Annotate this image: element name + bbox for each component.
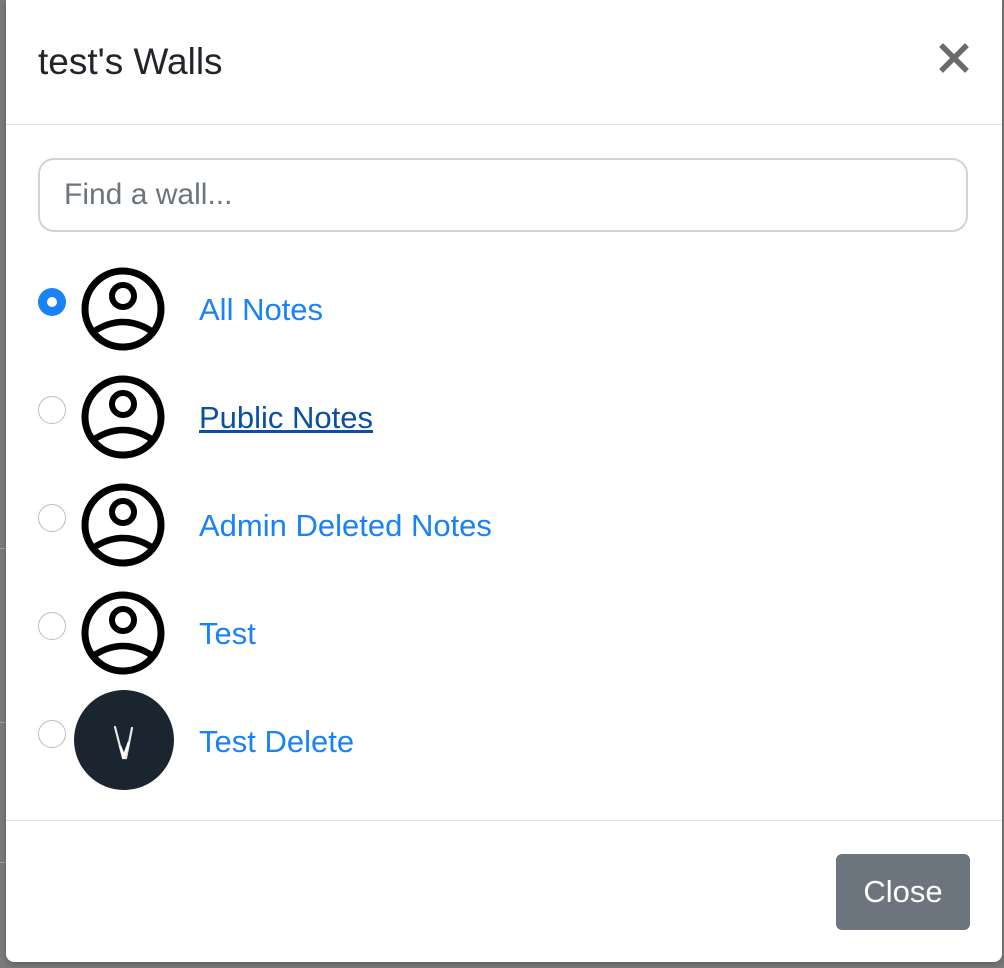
wall-row[interactable]: All Notes	[36, 266, 976, 366]
wall-link[interactable]: Admin Deleted Notes	[199, 506, 492, 546]
wall-row[interactable]: Test	[36, 590, 976, 690]
user-circle-icon	[80, 590, 166, 676]
close-icon	[939, 43, 969, 73]
walls-modal: test's Walls All Notes Public Notes Admin …	[6, 0, 1002, 962]
wall-radio[interactable]	[38, 720, 66, 748]
close-button[interactable]: Close	[836, 854, 970, 930]
wall-radio[interactable]	[38, 288, 66, 316]
close-icon-button[interactable]	[936, 40, 972, 76]
modal-title: test's Walls	[38, 41, 223, 82]
user-circle-icon	[80, 266, 166, 352]
wall-row[interactable]: Admin Deleted Notes	[36, 482, 976, 582]
wall-link[interactable]: All Notes	[199, 290, 323, 330]
wall-search-input[interactable]	[38, 158, 968, 232]
modal-body: All Notes Public Notes Admin Deleted Notes…	[6, 125, 1002, 820]
wall-avatar-image	[74, 690, 174, 790]
user-circle-icon	[80, 482, 166, 568]
wall-row[interactable]: Test Delete	[36, 690, 976, 798]
wall-row[interactable]: Public Notes	[36, 374, 976, 474]
wall-link[interactable]: Test Delete	[199, 722, 354, 762]
wall-radio[interactable]	[38, 504, 66, 532]
user-circle-icon	[80, 374, 166, 460]
modal-footer: Close	[6, 820, 1002, 963]
wall-radio[interactable]	[38, 612, 66, 640]
modal-header: test's Walls	[6, 0, 1002, 125]
wall-radio[interactable]	[38, 396, 66, 424]
wall-link[interactable]: Public Notes	[199, 398, 373, 438]
wall-link[interactable]: Test	[199, 614, 256, 654]
